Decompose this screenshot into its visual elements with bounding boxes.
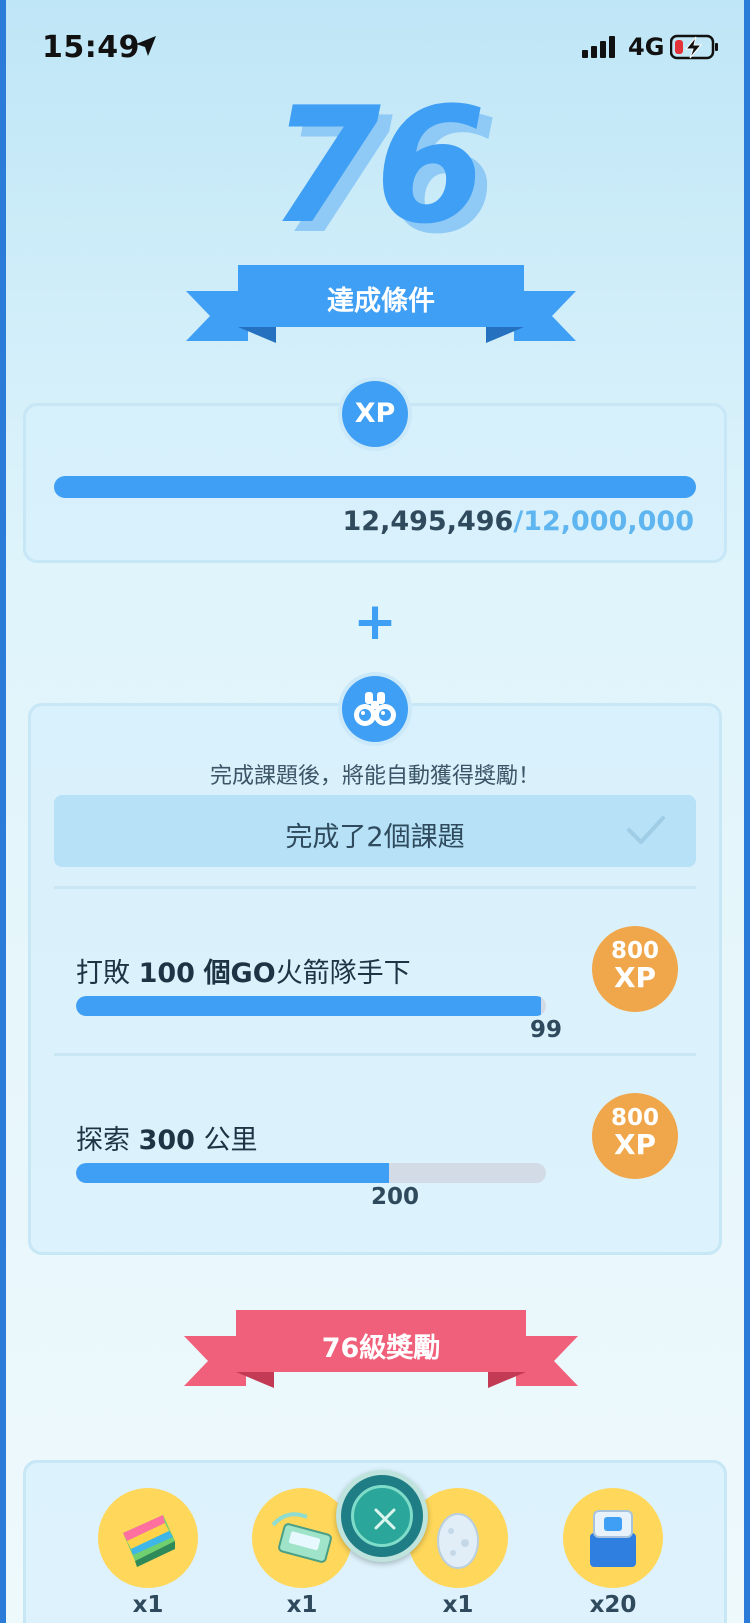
task-2-progress-bar — [76, 1163, 546, 1183]
xp-required: 12,000,000 — [523, 506, 694, 537]
requirements-ribbon: 達成條件 — [186, 265, 576, 355]
level-number: 76 — [269, 72, 487, 259]
reward-qty: x20 — [589, 1592, 637, 1618]
divider — [54, 886, 696, 889]
status-time: 15:49 — [42, 30, 140, 65]
task-1-reward-amount: 800 — [610, 938, 659, 964]
location-arrow-icon — [134, 34, 158, 62]
task-2-reward-coin: 800 XP — [592, 1093, 678, 1179]
cell-signal-icon — [582, 36, 618, 62]
reward-qty: x1 — [442, 1592, 474, 1618]
xp-badge: XP — [342, 381, 408, 447]
xp-current: 12,495,496 — [342, 506, 514, 537]
task-2-label: 探索 300 公里 — [76, 1125, 258, 1156]
close-button[interactable] — [336, 1470, 428, 1562]
task-1-reward-coin: 800 XP — [592, 926, 678, 1012]
task-1-progress-bar — [76, 996, 546, 1016]
rainbow-candy-icon — [98, 1488, 198, 1588]
binoculars-icon — [342, 676, 408, 742]
task-1-label: 打敗 100 個GO火箭隊手下 — [76, 958, 411, 989]
battery-charging-icon — [669, 34, 720, 64]
divider — [54, 1053, 696, 1056]
completed-tasks-label: 完成了2個課題 — [285, 822, 465, 853]
level-rewards-ribbon: 76級獎勵 — [184, 1310, 578, 1400]
tasks-hint: 完成課題後，將能自動獲得獎勵！ — [209, 764, 540, 789]
task-1-count: 99 — [530, 1017, 563, 1043]
xp-progress-bar — [54, 476, 696, 498]
checkmark-icon — [626, 813, 666, 851]
close-icon — [374, 1508, 396, 1530]
task-2-reward-amount: 800 — [610, 1105, 659, 1131]
requirements-ribbon-label: 達成條件 — [327, 286, 435, 317]
task-2-reward-unit: XP — [613, 1128, 657, 1161]
network-type: 4G — [628, 33, 665, 61]
reward-qty: x1 — [286, 1592, 318, 1618]
task-1-progress-fill — [76, 996, 542, 1016]
reward-qty: x1 — [132, 1592, 164, 1618]
level-rewards-ribbon-label: 76級獎勵 — [321, 1333, 441, 1364]
reward-item-box[interactable]: x20 — [563, 1488, 663, 1623]
task-1-reward-unit: XP — [613, 961, 657, 994]
reward-item-rainbow-candy[interactable]: x1 — [98, 1488, 198, 1623]
task-2-count: 200 — [371, 1184, 420, 1210]
item-box-icon — [563, 1488, 663, 1588]
xp-separator: / — [513, 506, 524, 537]
completed-tasks-banner[interactable]: 完成了2個課題 — [54, 795, 696, 867]
plus-sign: + — [353, 592, 397, 652]
task-2-progress-fill — [76, 1163, 390, 1183]
xp-progress-text: 12,495,496/12,000,000 — [343, 506, 695, 537]
